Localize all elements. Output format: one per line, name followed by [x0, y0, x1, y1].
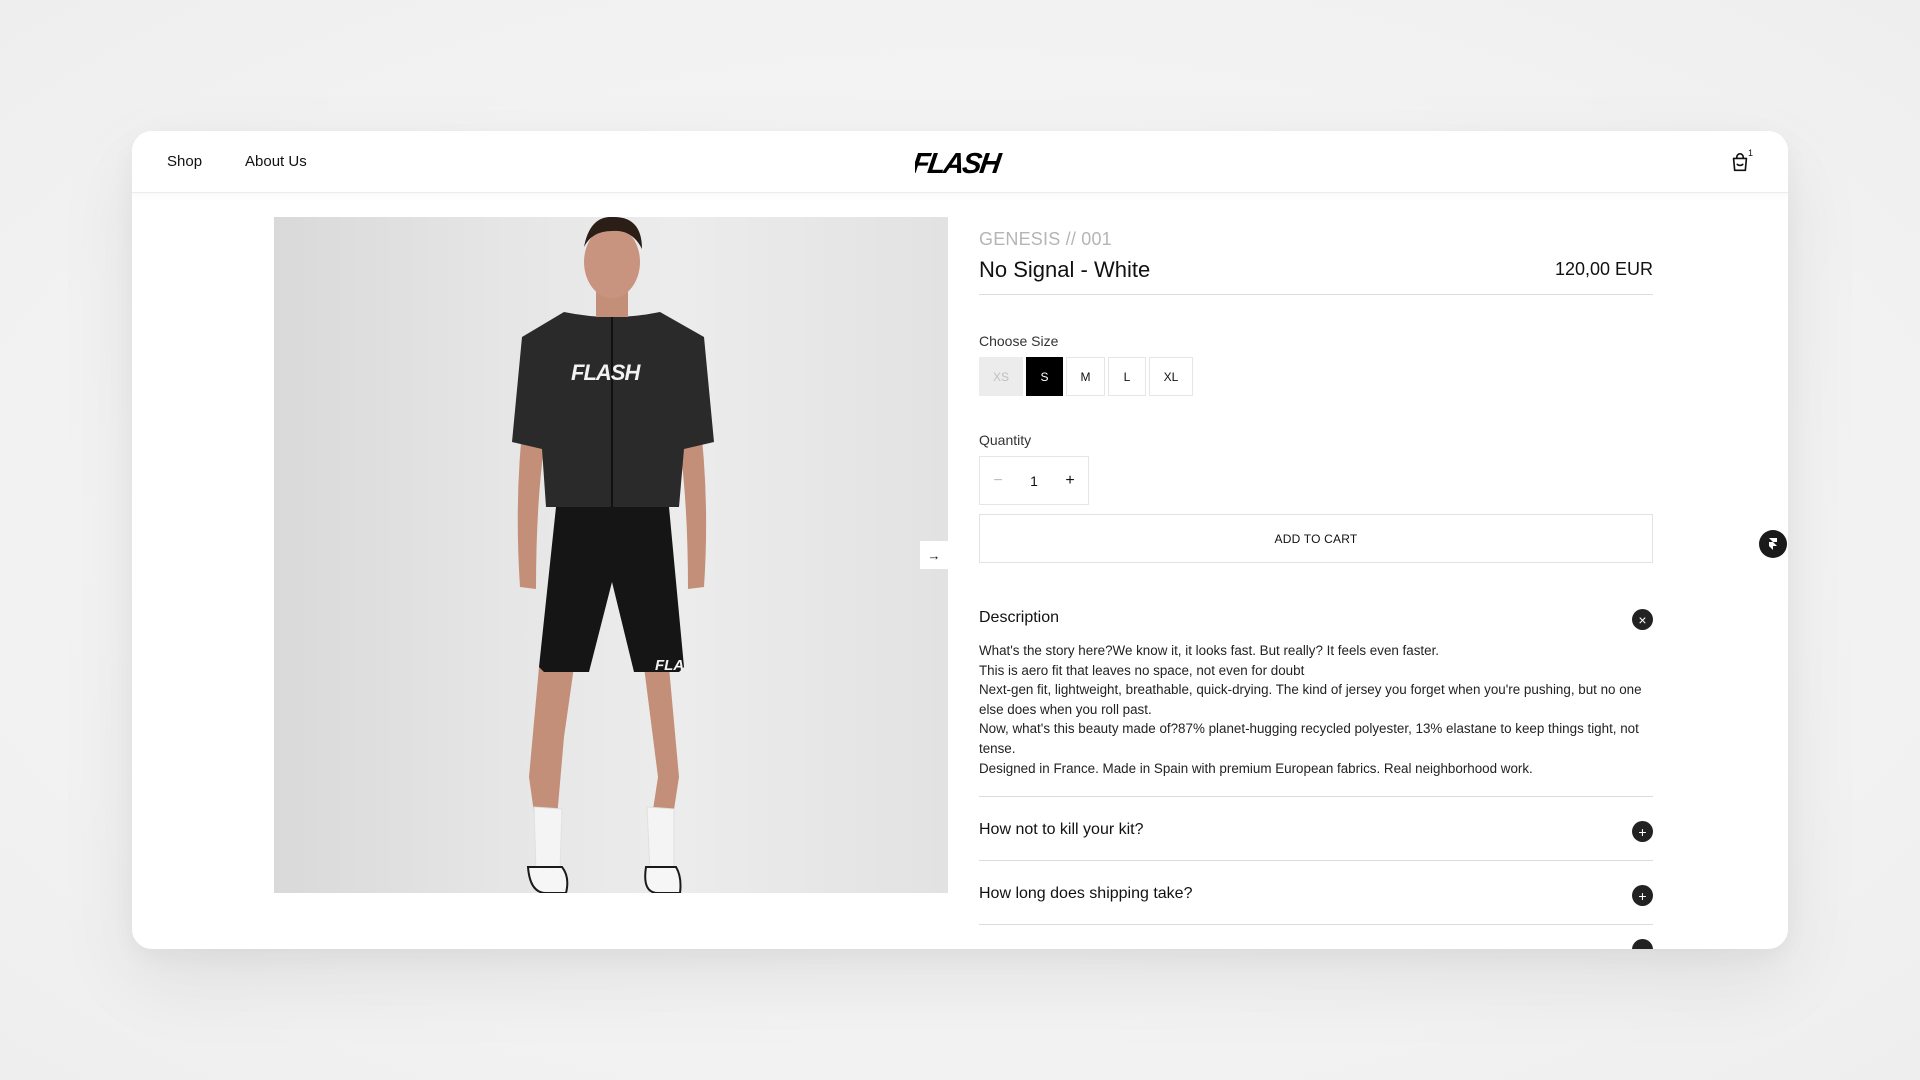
description-body: What's the story here?We know it, it loo…: [979, 641, 1653, 778]
description-line: This is aero fit that leaves no space, n…: [979, 662, 1305, 678]
page-backdrop: Shop About Us FLASH 1 FLASH FLA → GENESI…: [0, 0, 1920, 1080]
add-to-cart-button[interactable]: ADD TO CART: [979, 514, 1653, 563]
size-option-m[interactable]: M: [1066, 357, 1105, 396]
quantity-decrease-button[interactable]: −: [980, 457, 1016, 504]
shorts-print: FLA: [655, 657, 684, 674]
cart-count-badge: 1: [1748, 148, 1754, 158]
product-price: 120,00 EUR: [1554, 259, 1653, 279]
description-line: Now, what's this beauty made of?87% plan…: [979, 721, 1639, 756]
accordion-description-title: Description: [979, 609, 1060, 626]
nav-about-link[interactable]: About Us: [245, 153, 307, 170]
product-title: No Signal - White: [979, 257, 1151, 282]
description-line: What's the story here?We know it, it loo…: [979, 643, 1440, 658]
nav-shop-link[interactable]: Shop: [167, 153, 202, 170]
plus-icon[interactable]: +: [1632, 885, 1653, 906]
size-option-xs[interactable]: XS: [979, 357, 1023, 396]
size-option-l[interactable]: L: [1108, 357, 1146, 396]
browser-window: Shop About Us FLASH 1 FLASH FLA → GENESI…: [132, 131, 1788, 949]
product-collection: GENESIS // 001: [979, 229, 1112, 249]
quantity-stepper: − 1 +: [979, 456, 1089, 505]
product-photo-illustration: FLASH FLA: [512, 217, 714, 893]
image-next-arrow-icon[interactable]: →: [920, 541, 948, 569]
flash-logo[interactable]: FLASH: [915, 144, 1009, 180]
plus-icon[interactable]: +: [1632, 821, 1653, 842]
flash-logo-wordmark: FLASH: [915, 148, 1004, 180]
close-icon[interactable]: ×: [1632, 609, 1653, 630]
divider: [979, 924, 1653, 925]
size-option-s[interactable]: S: [1026, 357, 1063, 396]
size-selector: XS S M L XL: [979, 357, 1193, 396]
cart-button[interactable]: 1: [1729, 148, 1757, 176]
size-option-xl[interactable]: XL: [1149, 357, 1193, 396]
description-line: Next-gen fit, lightweight, breathable, q…: [979, 682, 1642, 717]
quantity-label: Quantity: [979, 432, 1032, 448]
product-image[interactable]: FLASH FLA: [274, 217, 948, 893]
accordion-care-title: How not to kill your kit?: [979, 821, 1144, 838]
jersey-print: FLASH: [571, 360, 641, 385]
framer-badge-icon[interactable]: [1759, 530, 1787, 558]
site-header: Shop About Us FLASH 1: [132, 131, 1788, 193]
accordion-description-header[interactable]: Description ×: [979, 599, 1653, 639]
accordion-shipping-title: How long does shipping take?: [979, 885, 1193, 902]
framer-logo-icon: [1769, 538, 1777, 550]
quantity-increase-button[interactable]: +: [1052, 457, 1088, 504]
size-label: Choose Size: [979, 333, 1059, 349]
logo-text: FLASH: [915, 148, 1004, 180]
divider: [979, 796, 1653, 797]
description-line: Designed in France. Made in Spain with p…: [979, 760, 1533, 776]
divider: [979, 294, 1653, 295]
quantity-value[interactable]: 1: [1016, 473, 1052, 489]
divider: [979, 860, 1653, 861]
accordion-next-icon[interactable]: [1632, 939, 1653, 949]
accordion-care-header[interactable]: How not to kill your kit? +: [979, 811, 1653, 851]
accordion-shipping-header[interactable]: How long does shipping take? +: [979, 875, 1653, 915]
